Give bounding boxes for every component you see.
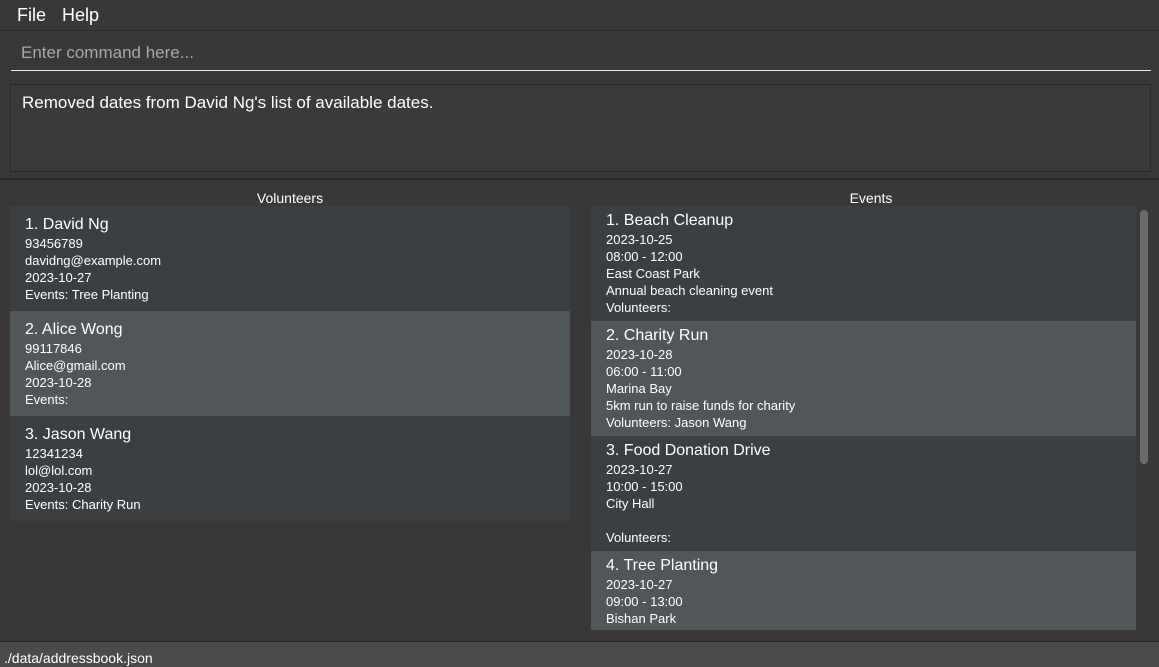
- command-box: [11, 36, 1151, 71]
- event-description: [606, 627, 1121, 630]
- event-volunteers: Volunteers:: [606, 530, 672, 545]
- menu-bar: File Help: [0, 0, 1159, 31]
- volunteer-date: 2023-10-28: [25, 480, 92, 495]
- event-location: East Coast Park: [606, 266, 700, 281]
- event-time: 06:00 - 11:00: [606, 364, 682, 379]
- volunteer-date: 2023-10-27: [25, 270, 92, 285]
- event-time: 08:00 - 12:00: [606, 249, 683, 264]
- volunteer-events: Events:: [25, 392, 69, 407]
- event-card[interactable]: 4. Tree Planting 2023-10-27 09:00 - 13:0…: [591, 551, 1136, 630]
- save-location: ./data/addressbook.json: [4, 650, 153, 666]
- volunteer-email: davidng@example.com: [25, 253, 162, 268]
- volunteer-card[interactable]: 2. Alice Wong 99117846 Alice@gmail.com 2…: [10, 311, 570, 416]
- event-volunteers: Volunteers:: [606, 300, 672, 315]
- event-name: 1. Beach Cleanup: [606, 212, 734, 229]
- event-list[interactable]: 1. Beach Cleanup 2023-10-25 08:00 - 12:0…: [591, 206, 1136, 630]
- volunteer-name: 1. David Ng: [25, 216, 109, 233]
- event-description: 5km run to raise funds for charity: [606, 398, 796, 413]
- divider: [0, 178, 1159, 180]
- event-date: 2023-10-27: [606, 462, 673, 477]
- event-name: 2. Charity Run: [606, 327, 709, 344]
- event-card[interactable]: 2. Charity Run 2023-10-28 06:00 - 11:00 …: [591, 321, 1136, 436]
- menu-help[interactable]: Help: [54, 5, 107, 26]
- volunteer-events: Events: Tree Planting: [25, 287, 149, 302]
- volunteer-email: lol@lol.com: [25, 463, 93, 478]
- event-date: 2023-10-25: [606, 232, 673, 247]
- event-date: 2023-10-27: [606, 577, 673, 592]
- event-location: Bishan Park: [606, 611, 677, 626]
- event-time: 09:00 - 13:00: [606, 594, 683, 609]
- volunteer-phone: 99117846: [25, 341, 82, 356]
- volunteer-list[interactable]: 1. David Ng 93456789 davidng@example.com…: [10, 206, 570, 521]
- event-list-scrollbar[interactable]: [1139, 208, 1149, 632]
- event-name: 4. Tree Planting: [606, 557, 719, 574]
- events-title: Events: [849, 190, 893, 206]
- command-input[interactable]: [11, 36, 1151, 70]
- status-bar: ./data/addressbook.json: [0, 641, 1159, 667]
- event-location: Marina Bay: [606, 381, 672, 396]
- event-description: Annual beach cleaning event: [606, 283, 773, 298]
- menu-file[interactable]: File: [9, 5, 54, 26]
- result-text: Removed dates from David Ng's list of av…: [22, 93, 434, 112]
- event-volunteers: Volunteers: Jason Wang: [606, 415, 747, 430]
- event-description: [606, 512, 1121, 529]
- volunteer-card[interactable]: 3. Jason Wang 12341234 lol@lol.com 2023-…: [10, 416, 570, 521]
- scroll-thumb[interactable]: [1140, 210, 1148, 464]
- volunteer-phone: 93456789: [25, 236, 83, 251]
- event-card[interactable]: 1. Beach Cleanup 2023-10-25 08:00 - 12:0…: [591, 206, 1136, 321]
- event-card[interactable]: 3. Food Donation Drive 2023-10-27 10:00 …: [591, 436, 1136, 551]
- volunteer-name: 2. Alice Wong: [25, 321, 123, 338]
- event-name: 3. Food Donation Drive: [606, 442, 771, 459]
- volunteer-card[interactable]: 1. David Ng 93456789 davidng@example.com…: [10, 206, 570, 311]
- volunteer-email: Alice@gmail.com: [25, 358, 126, 373]
- volunteer-events: Events: Charity Run: [25, 497, 141, 512]
- event-date: 2023-10-28: [606, 347, 673, 362]
- event-time: 10:00 - 15:00: [606, 479, 683, 494]
- volunteer-phone: 12341234: [25, 446, 83, 461]
- result-display: Removed dates from David Ng's list of av…: [10, 84, 1151, 172]
- volunteer-name: 3. Jason Wang: [25, 426, 132, 443]
- volunteer-date: 2023-10-28: [25, 375, 92, 390]
- volunteers-title: Volunteers: [256, 190, 324, 206]
- event-location: City Hall: [606, 496, 655, 511]
